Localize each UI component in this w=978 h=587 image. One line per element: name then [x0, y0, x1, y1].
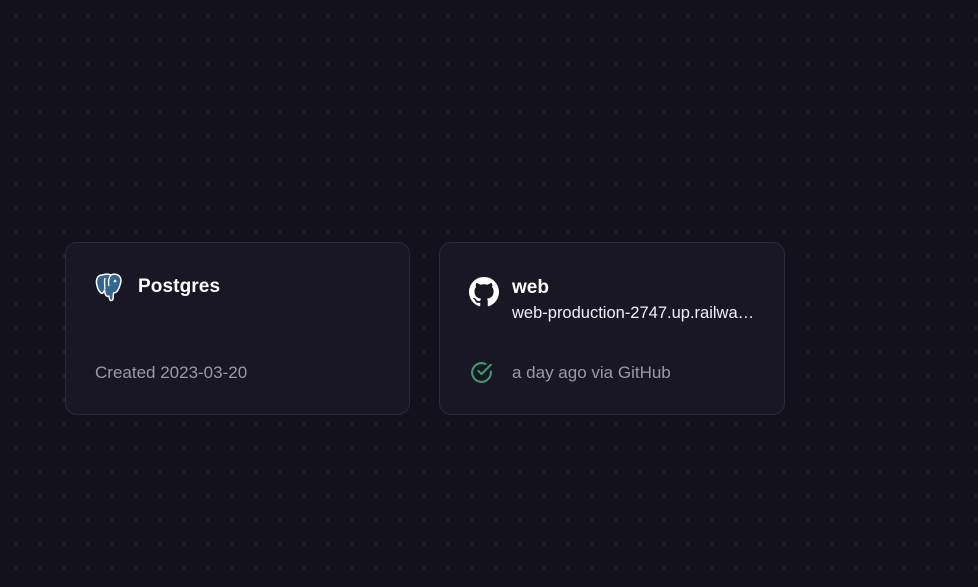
service-card-web[interactable]: web web-production-2747.up.railway.app a… — [439, 242, 785, 415]
service-name: web — [512, 277, 549, 298]
project-canvas[interactable]: Postgres Created 2023-03-20 web web-prod… — [0, 0, 978, 587]
service-url-link[interactable]: web-production-2747.up.railway.app — [512, 304, 757, 323]
service-name: Postgres — [138, 276, 221, 297]
check-circle-icon — [469, 360, 494, 385]
created-date: Created 2023-03-20 — [95, 363, 248, 382]
postgres-elephant-icon — [95, 272, 123, 302]
github-icon — [469, 277, 499, 307]
service-card-postgres[interactable]: Postgres Created 2023-03-20 — [65, 242, 410, 415]
deployment-status: a day ago via GitHub — [512, 363, 671, 382]
